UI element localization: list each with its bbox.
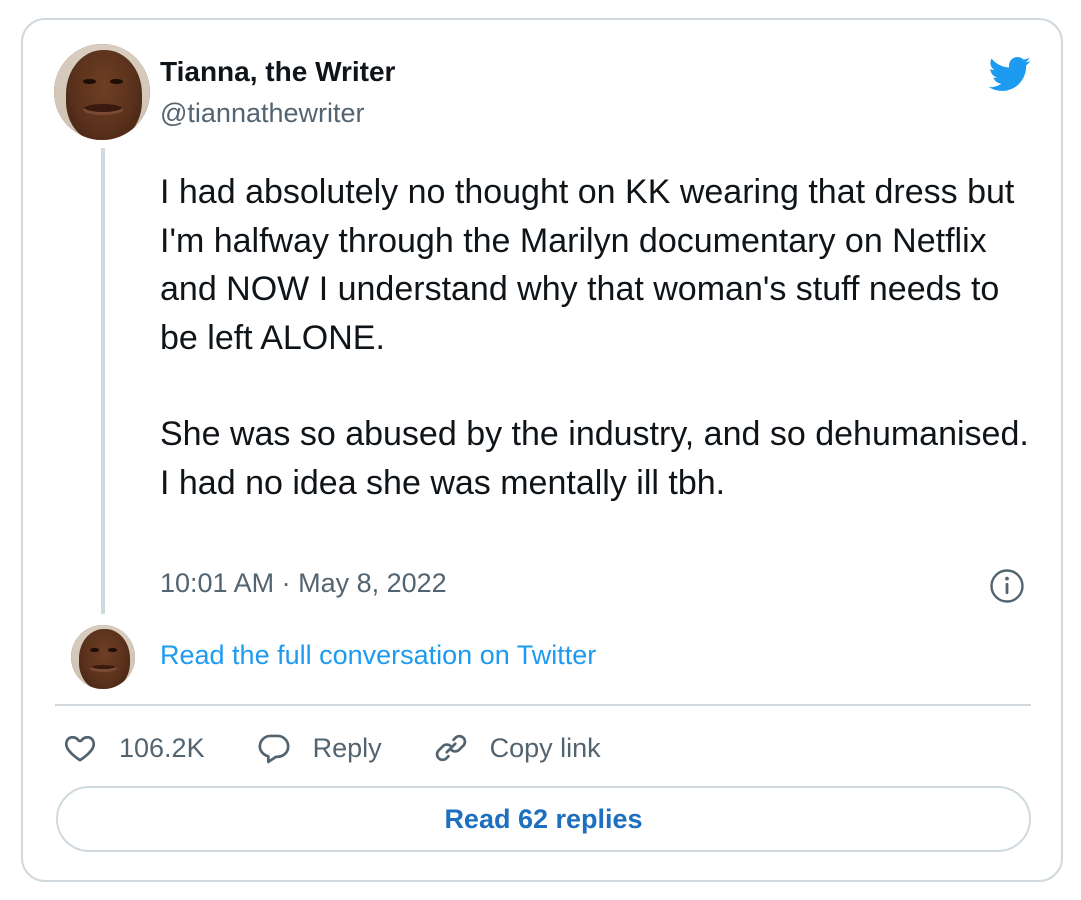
read-replies-button[interactable]: Read 62 replies [56,786,1031,852]
reply-button[interactable]: Reply [257,731,382,765]
copy-link-button[interactable]: Copy link [434,731,601,765]
like-button[interactable]: 106.2K [63,731,205,765]
tweet-paragraph: She was so abused by the industry, and s… [160,415,1029,502]
action-bar: 106.2K Reply Copy link [63,728,653,768]
read-full-conversation-link[interactable]: Read the full conversation on Twitter [160,640,596,671]
link-icon [435,734,466,762]
author-name[interactable]: Tianna, the Writer [160,56,395,88]
divider [55,704,1031,706]
tweet-card: Tianna, the Writer @tiannathewriter I ha… [21,18,1063,882]
author-avatar[interactable] [54,44,150,140]
like-count: 106.2K [119,732,205,763]
info-icon[interactable] [989,568,1025,604]
copy-link-label: Copy link [489,732,601,763]
tweet-text: I had absolutely no thought on KK wearin… [160,168,1030,507]
tweet-timestamp[interactable]: 10:01 AM · May 8, 2022 [160,568,447,599]
author-handle[interactable]: @tiannathewriter [160,98,365,129]
heart-icon [64,735,96,762]
reply-icon [258,734,290,764]
conversation-avatar[interactable] [71,625,135,689]
tweet-paragraph: I had absolutely no thought on KK wearin… [160,173,1015,357]
twitter-bird-icon[interactable] [983,52,1035,96]
thread-line [101,148,105,614]
reply-label: Reply [312,732,382,763]
